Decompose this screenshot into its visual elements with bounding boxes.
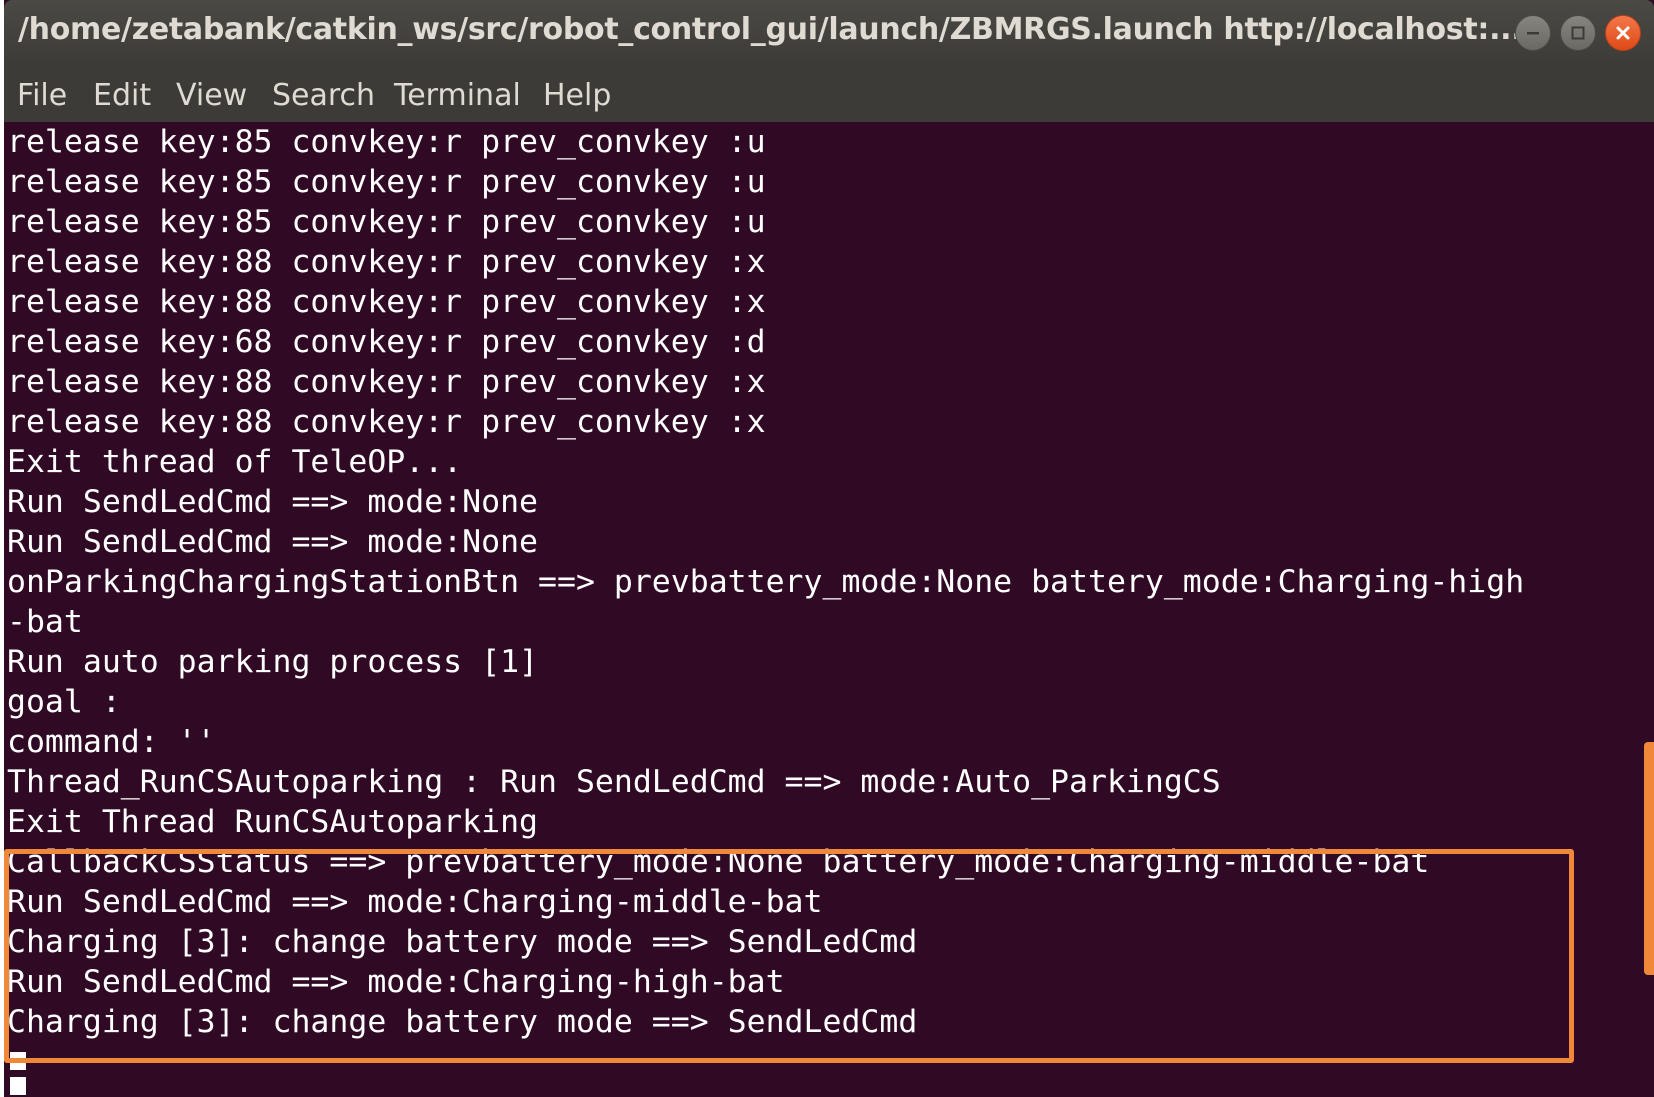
menu-terminal[interactable]: Terminal bbox=[394, 78, 521, 113]
close-button[interactable] bbox=[1605, 15, 1641, 51]
terminal-line: Run auto parking process [1] bbox=[7, 644, 539, 680]
minimize-button[interactable] bbox=[1515, 15, 1551, 51]
menu-view[interactable]: View bbox=[176, 78, 247, 113]
terminal-line: Exit Thread RunCSAutoparking bbox=[7, 804, 539, 840]
terminal-line: release key:85 convkey:r prev_convkey :u bbox=[7, 124, 766, 160]
menu-edit[interactable]: Edit bbox=[93, 78, 151, 113]
terminal-line: Run SendLedCmd ==> mode:None bbox=[7, 484, 539, 520]
scrollbar[interactable] bbox=[1644, 742, 1654, 975]
terminal-line: release key:68 convkey:r prev_convkey :d bbox=[7, 324, 766, 360]
title-bar[interactable]: /home/zetabank/catkin_ws/src/robot_contr… bbox=[4, 0, 1654, 68]
terminal-line: release key:88 convkey:r prev_convkey :x bbox=[7, 284, 766, 320]
terminal-line: -bat bbox=[7, 604, 83, 640]
close-icon bbox=[1616, 26, 1630, 40]
menu-file[interactable]: File bbox=[17, 78, 67, 113]
terminal-line: release key:85 convkey:r prev_convkey :u bbox=[7, 164, 766, 200]
terminal-line: onParkingChargingStationBtn ==> prevbatt… bbox=[7, 564, 1525, 600]
terminal-line: release key:85 convkey:r prev_convkey :u bbox=[7, 204, 766, 240]
menu-search[interactable]: Search bbox=[272, 78, 375, 113]
terminal-line: release key:88 convkey:r prev_convkey :x bbox=[7, 404, 766, 440]
terminal-line: release key:88 convkey:r prev_convkey :x bbox=[7, 244, 766, 280]
maximize-button[interactable] bbox=[1560, 15, 1596, 51]
terminal-output[interactable]: release key:85 convkey:r prev_convkey :u… bbox=[4, 122, 1654, 1097]
minimize-icon bbox=[1527, 32, 1539, 35]
menu-help[interactable]: Help bbox=[543, 78, 611, 113]
terminal-line: Exit thread of TeleOP... bbox=[7, 444, 463, 480]
terminal-line: Thread_RunCSAutoparking : Run SendLedCmd… bbox=[7, 764, 1221, 800]
maximize-icon bbox=[1571, 26, 1585, 40]
highlight-box bbox=[4, 849, 1574, 1063]
terminal-line: release key:88 convkey:r prev_convkey :x bbox=[7, 364, 766, 400]
terminal-line: command: '' bbox=[7, 724, 216, 760]
terminal-window: /home/zetabank/catkin_ws/src/robot_contr… bbox=[4, 0, 1654, 1097]
terminal-line: goal : bbox=[7, 684, 121, 720]
text-cursor bbox=[10, 1077, 26, 1095]
terminal-line: Run SendLedCmd ==> mode:None bbox=[7, 524, 539, 560]
menu-bar: File Edit View Search Terminal Help bbox=[4, 68, 1654, 122]
window-title: /home/zetabank/catkin_ws/src/robot_contr… bbox=[18, 12, 1518, 47]
